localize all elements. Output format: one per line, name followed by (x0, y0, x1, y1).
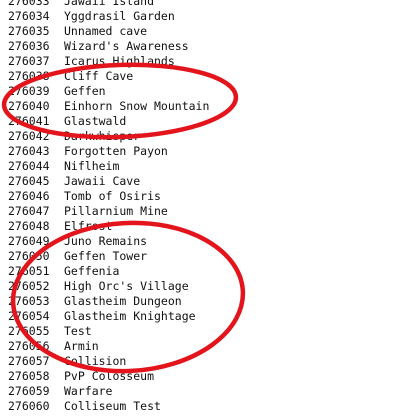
row-name: Darkwhisper (64, 129, 141, 143)
row-name: Geffen (64, 84, 106, 98)
row-name: Pillarnium Mine (64, 204, 168, 218)
list-item: 276045 Jawaii Cave (8, 174, 209, 189)
row-name: Jawaii Cave (64, 174, 141, 188)
list-item: 276047 Pillarnium Mine (8, 204, 209, 219)
list-item: 276044 Niflheim (8, 159, 209, 174)
list-item: 276033 Jawaii Island (8, 0, 209, 9)
list-item: 276049 Juno Remains (8, 234, 209, 249)
row-id: 276058 (8, 369, 50, 383)
row-name: Test (64, 324, 92, 338)
list-item: 276037 Icarus Highlands (8, 54, 209, 69)
list-item: 276059 Warfare (8, 384, 209, 399)
list-item: 276055 Test (8, 324, 209, 339)
row-name: Glastwald (64, 114, 127, 128)
list-item: 276043 Forgotten Payon (8, 144, 209, 159)
row-id: 276046 (8, 189, 50, 203)
row-name: Juno Remains (64, 234, 148, 248)
map-name-list: 276033 Jawaii Island 276034 Yggdrasil Gard… (8, 0, 209, 414)
row-id: 276048 (8, 219, 50, 233)
row-name: Cliff Cave (64, 69, 134, 83)
row-name: Geffenia (64, 264, 120, 278)
row-name: Warfare (64, 384, 113, 398)
row-id: 276056 (8, 339, 50, 353)
row-id: 276059 (8, 384, 50, 398)
row-name: Armin (64, 339, 99, 353)
row-id: 276052 (8, 279, 50, 293)
row-id: 276040 (8, 99, 50, 113)
row-name: Collision (64, 354, 127, 368)
row-id: 276035 (8, 24, 50, 38)
row-name: Glastheim Dungeon (64, 294, 182, 308)
row-name: Wizard's Awareness (64, 39, 189, 53)
row-name: Tomb of Osiris (64, 189, 161, 203)
row-name: Icarus Highlands (64, 54, 175, 68)
list-item: 276039 Geffen (8, 84, 209, 99)
row-id: 276038 (8, 69, 50, 83)
row-id: 276055 (8, 324, 50, 338)
row-id: 276060 (8, 399, 50, 413)
list-item: 276056 Armin (8, 339, 209, 354)
row-id: 276047 (8, 204, 50, 218)
row-id: 276036 (8, 39, 50, 53)
row-id: 276041 (8, 114, 50, 128)
row-name: Unnamed cave (64, 24, 148, 38)
row-name: Glastheim Knightage (64, 309, 196, 323)
list-item: 276042 Darkwhisper (8, 129, 209, 144)
row-id: 276039 (8, 84, 50, 98)
list-item: 276058 PvP Colosseum (8, 369, 209, 384)
row-name: PvP Colosseum (64, 369, 155, 383)
list-item: 276034 Yggdrasil Garden (8, 9, 209, 24)
list-item: 276038 Cliff Cave (8, 69, 209, 84)
list-item: 276057 Collision (8, 354, 209, 369)
row-name: Geffen Tower (64, 249, 148, 263)
row-id: 276045 (8, 174, 50, 188)
list-item: 276048 Elfrost (8, 219, 209, 234)
list-item: 276051 Geffenia (8, 264, 209, 279)
list-item: 276036 Wizard's Awareness (8, 39, 209, 54)
row-name: Elfrost (64, 219, 113, 233)
row-name: High Orc's Village (64, 279, 189, 293)
list-item: 276054 Glastheim Knightage (8, 309, 209, 324)
list-item: 276060 Colliseum Test (8, 399, 209, 414)
row-name: Jawaii Island (64, 0, 155, 8)
row-id: 276054 (8, 309, 50, 323)
row-id: 276044 (8, 159, 50, 173)
row-id: 276049 (8, 234, 50, 248)
row-id: 276042 (8, 129, 50, 143)
row-id: 276043 (8, 144, 50, 158)
row-id: 276033 (8, 0, 50, 8)
list-item: 276035 Unnamed cave (8, 24, 209, 39)
row-id: 276057 (8, 354, 50, 368)
list-item: 276052 High Orc's Village (8, 279, 209, 294)
list-item: 276050 Geffen Tower (8, 249, 209, 264)
row-name: Colliseum Test (64, 399, 161, 413)
list-item: 276053 Glastheim Dungeon (8, 294, 209, 309)
row-id: 276051 (8, 264, 50, 278)
row-name: Niflheim (64, 159, 120, 173)
row-id: 276037 (8, 54, 50, 68)
row-name: Yggdrasil Garden (64, 9, 175, 23)
list-item: 276046 Tomb of Osiris (8, 189, 209, 204)
row-id: 276034 (8, 9, 50, 23)
row-name: Einhorn Snow Mountain (64, 99, 210, 113)
list-item: 276041 Glastwald (8, 114, 209, 129)
row-name: Forgotten Payon (64, 144, 168, 158)
row-id: 276053 (8, 294, 50, 308)
row-id: 276050 (8, 249, 50, 263)
list-item: 276040 Einhorn Snow Mountain (8, 99, 209, 114)
